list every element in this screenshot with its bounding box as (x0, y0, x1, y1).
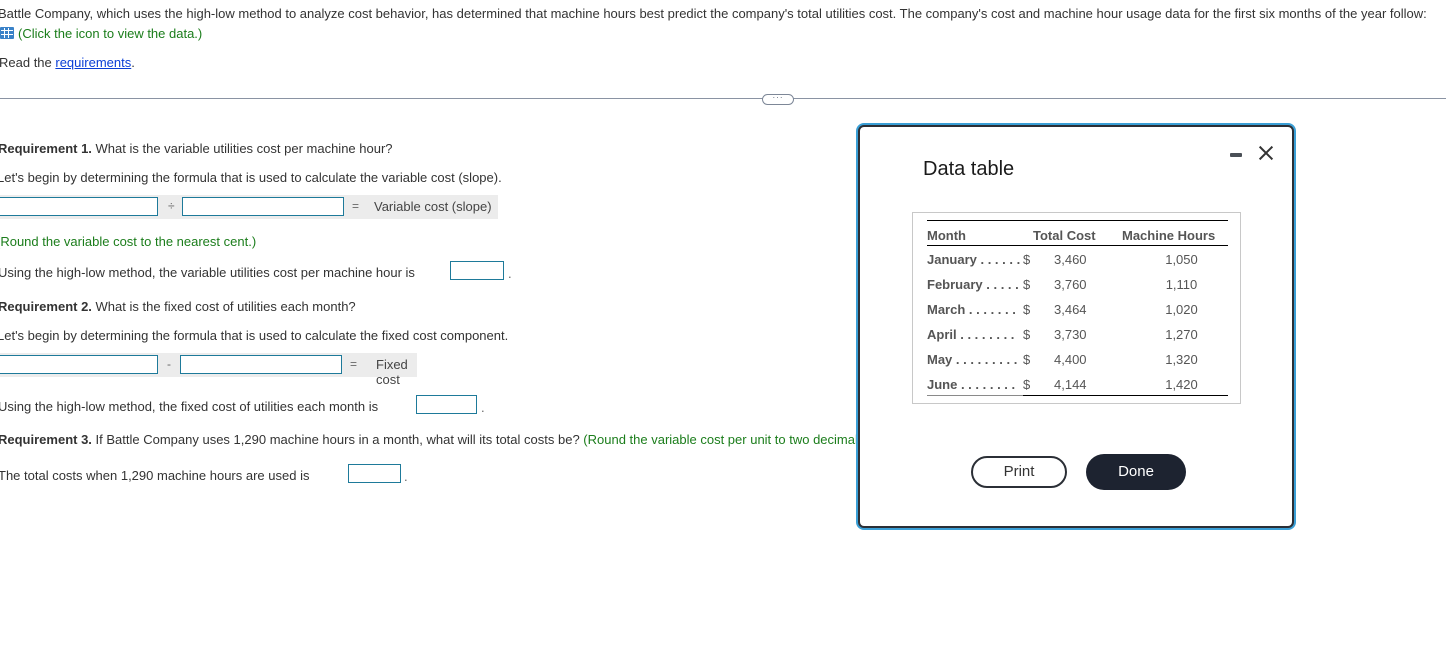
month-cell: February . . . . . (927, 277, 1019, 292)
table-top-rule (927, 220, 1228, 221)
machine-hours-cell: 1,420 (1165, 377, 1198, 392)
machine-hours-cell: 1,020 (1165, 302, 1198, 317)
data-table: Month Total Cost Machine Hours January .… (912, 212, 1241, 404)
currency-cell: $ (1023, 327, 1031, 342)
fixed-cost-formula-row: - = Fixed cost (0, 353, 417, 387)
fixed-cost-answer-input[interactable] (416, 395, 477, 414)
total-cost-answer-input[interactable] (348, 464, 401, 483)
currency-cell: $ (1023, 302, 1031, 317)
section-divider (0, 98, 1446, 99)
read-suffix: . (131, 55, 135, 70)
table-bottom-rule (1023, 395, 1228, 396)
currency-cell: $ (1023, 252, 1031, 267)
month-cell: April . . . . . . . . (927, 327, 1015, 342)
fixed-cost-result-label: Fixed cost (376, 357, 408, 387)
month-cell: June . . . . . . . . (927, 377, 1016, 392)
req1-intro: Let's begin by determining the formula t… (0, 170, 502, 185)
fixed-cost-second-input[interactable] (180, 355, 342, 374)
table-row: January . . . . . . $ 3,460 1,050 (913, 252, 1240, 277)
divide-operator: ÷ (168, 199, 175, 213)
equals-sign: = (352, 199, 360, 213)
req3-label: Requirement 3. (0, 432, 92, 447)
req1-rounding-note: (Round the variable cost to the nearest … (0, 234, 257, 249)
machine-hours-cell: 1,320 (1165, 352, 1198, 367)
grid-table-icon[interactable] (0, 27, 14, 39)
table-row: February . . . . . $ 3,760 1,110 (913, 277, 1240, 302)
variable-cost-formula-row: ÷ = Variable cost (slope) (0, 195, 498, 219)
req1-answer-prompt: Using the high-low method, the variable … (0, 265, 415, 280)
expand-more-button[interactable]: ··· (762, 94, 794, 105)
column-header-month: Month (927, 228, 966, 243)
req2-question: What is the fixed cost of utilities each… (91, 299, 356, 314)
month-cell: May . . . . . . . . . (927, 352, 1018, 367)
table-row: June . . . . . . . . $ 4,144 1,420 (913, 377, 1240, 402)
machine-hours-cell: 1,110 (1165, 277, 1198, 292)
modal-title: Data table (923, 158, 1015, 180)
total-cost-cell: 3,460 (1054, 252, 1087, 267)
requirements-link[interactable]: requirements (55, 55, 131, 70)
print-button[interactable]: Print (971, 456, 1067, 488)
minus-operator: - (167, 357, 171, 371)
done-button[interactable]: Done (1086, 454, 1186, 490)
req3-answer-prompt: The total costs when 1,290 machine hours… (0, 468, 310, 483)
total-cost-cell: 3,730 (1054, 327, 1087, 342)
req3-period: . (404, 469, 408, 484)
currency-cell: $ (1023, 377, 1031, 392)
currency-cell: $ (1023, 277, 1031, 292)
view-data-label[interactable]: (Click the icon to view the data.) (18, 26, 202, 41)
minimize-icon[interactable] (1230, 153, 1242, 157)
table-bottom-rule-left (927, 395, 1023, 396)
req2-answer-prompt: Using the high-low method, the fixed cos… (0, 399, 379, 414)
table-row: March . . . . . . . $ 3,464 1,020 (913, 302, 1240, 327)
column-header-total-cost: Total Cost (1033, 228, 1096, 243)
equals-sign: = (350, 357, 358, 371)
req2-heading: Requirement 2. What is the fixed cost of… (0, 299, 356, 314)
total-cost-cell: 3,760 (1054, 277, 1087, 292)
variable-cost-result-label: Variable cost (slope) (374, 199, 492, 214)
machine-hours-cell: 1,270 (1165, 327, 1198, 342)
month-cell: March . . . . . . . (927, 302, 1016, 317)
table-header-rule (927, 245, 1228, 246)
req3-heading: Requirement 3. If Battle Company uses 1,… (0, 432, 858, 447)
close-icon[interactable] (1256, 143, 1276, 163)
total-cost-cell: 4,144 (1054, 377, 1087, 392)
variable-cost-numerator-input[interactable] (0, 197, 158, 216)
req1-heading: Requirement 1. What is the variable util… (0, 141, 393, 156)
req3-question: If Battle Company uses 1,290 machine hou… (91, 432, 580, 447)
req2-intro: Let's begin by determining the formula t… (0, 328, 509, 343)
view-data-link[interactable]: (Click the icon to view the data.) (0, 26, 202, 41)
column-header-machine-hours: Machine Hours (1122, 228, 1216, 243)
variable-cost-answer-input[interactable] (450, 261, 504, 280)
table-row: May . . . . . . . . . $ 4,400 1,320 (913, 352, 1240, 377)
req2-period: . (481, 400, 485, 415)
machine-hours-cell: 1,050 (1165, 252, 1198, 267)
table-row: April . . . . . . . . $ 3,730 1,270 (913, 327, 1240, 352)
read-prefix: Read the (0, 55, 56, 70)
month-cell: January . . . . . . (927, 252, 1021, 267)
req2-label: Requirement 2. (0, 299, 92, 314)
req1-question: What is the variable utilities cost per … (91, 141, 393, 156)
req3-rounding-note: (Round the variable cost per unit to two… (579, 432, 858, 447)
total-cost-cell: 3,464 (1054, 302, 1087, 317)
total-cost-cell: 4,400 (1054, 352, 1087, 367)
variable-cost-denominator-input[interactable] (182, 197, 344, 216)
read-requirements-line: Read the requirements. (0, 55, 135, 70)
data-table-modal: Data table Month Total Cost Machine Hour… (858, 125, 1294, 528)
req1-period: . (508, 266, 512, 281)
problem-statement: Battle Company, which uses the high-low … (0, 6, 1427, 21)
currency-cell: $ (1023, 352, 1031, 367)
fixed-cost-first-input[interactable] (0, 355, 158, 374)
req1-label: Requirement 1. (0, 141, 92, 156)
